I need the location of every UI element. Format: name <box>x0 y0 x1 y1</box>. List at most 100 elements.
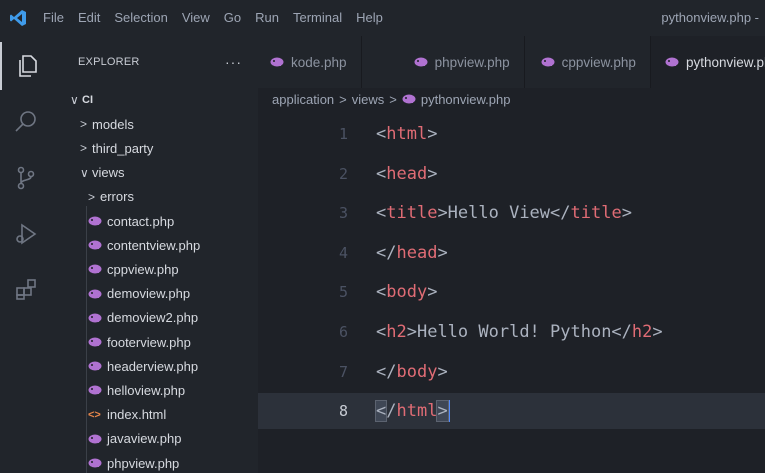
tree-item-label: demoview2.php <box>107 310 199 326</box>
explorer-sidebar: EXPLORER ··· ∨ CI > models > third_party ∨ view… <box>52 36 258 473</box>
editor-tab[interactable]: phpview.php <box>362 36 525 88</box>
breadcrumb: application > views > pythonview.php <box>258 88 765 110</box>
html-file-icon: <> <box>88 408 101 421</box>
file-item[interactable]: cppview.php <box>52 257 258 281</box>
breadcrumb-views[interactable]: views <box>352 92 385 107</box>
file-item[interactable]: demoview2.php <box>52 306 258 330</box>
source-control-icon[interactable] <box>0 154 52 202</box>
code-text: </html> <box>374 400 450 423</box>
search-icon[interactable] <box>0 98 52 146</box>
chevron-down-icon: ∨ <box>80 165 89 180</box>
file-item[interactable]: helloview.php <box>52 378 258 402</box>
php-file-icon <box>88 337 103 347</box>
folder-item[interactable]: > third_party <box>52 136 258 160</box>
code-text: </body> <box>376 361 448 382</box>
breadcrumb-separator-icon: > <box>339 91 347 107</box>
editor-tab[interactable]: cppview.php <box>525 36 651 88</box>
more-actions-icon[interactable]: ··· <box>225 54 242 70</box>
code-line[interactable]: 8 </html> <box>258 393 765 430</box>
breadcrumb-application[interactable]: application <box>272 92 334 107</box>
menu-terminal[interactable]: Terminal <box>286 0 349 36</box>
tree-item-label: third_party <box>92 140 154 156</box>
file-item[interactable]: contentview.php <box>52 233 258 257</box>
file-item[interactable]: headerview.php <box>52 354 258 378</box>
tree-item-label: footerview.php <box>107 334 191 350</box>
tree-item-label: contentview.php <box>107 237 201 253</box>
code-line[interactable]: 2 <head> <box>258 156 765 192</box>
breadcrumb-separator-icon: > <box>389 91 397 107</box>
file-item[interactable]: footerview.php <box>52 330 258 354</box>
explorer-header: EXPLORER ··· <box>52 36 258 88</box>
editor-tab[interactable]: kode.php <box>258 36 362 88</box>
code-text: </head> <box>376 242 448 263</box>
file-item[interactable]: contact.php <box>52 209 258 233</box>
php-file-icon <box>88 264 103 274</box>
tab-label: kode.php <box>291 54 347 70</box>
menu-help[interactable]: Help <box>349 0 390 36</box>
activity-bar <box>0 36 52 473</box>
vscode-logo-icon <box>0 0 36 36</box>
window-title: pythonview.php - <box>661 10 759 25</box>
php-file-icon <box>88 361 103 371</box>
run-debug-icon[interactable] <box>0 210 52 258</box>
files-icon[interactable] <box>0 42 52 90</box>
line-number: 5 <box>338 283 348 302</box>
file-item[interactable]: javaview.php <box>52 427 258 451</box>
tree-item-label: headerview.php <box>107 358 199 374</box>
php-file-icon <box>541 57 556 67</box>
menu-go[interactable]: Go <box>217 0 248 36</box>
folder-item[interactable]: ∨ CI <box>52 88 258 112</box>
menu-view[interactable]: View <box>175 0 217 36</box>
php-file-icon <box>402 94 417 104</box>
code-text: <body> <box>376 282 438 303</box>
code-line[interactable]: 7 </body> <box>258 354 765 390</box>
php-file-icon <box>414 57 429 67</box>
title-bar: File Edit Selection View Go Run Terminal… <box>0 0 765 36</box>
tree-item-label: helloview.php <box>107 382 186 398</box>
chevron-right-icon: > <box>80 141 88 156</box>
editor-tab[interactable]: pythonview.php <box>650 36 765 88</box>
extensions-icon[interactable] <box>0 266 52 314</box>
folder-item[interactable]: > models <box>52 112 258 136</box>
file-item[interactable]: demoview.php <box>52 282 258 306</box>
code-text: <html> <box>376 124 438 144</box>
tree-item-label: cppview.php <box>107 261 179 277</box>
line-number: 7 <box>338 362 348 381</box>
tab-label: pythonview.php <box>685 54 765 70</box>
file-item[interactable]: phpview.php <box>52 451 258 473</box>
code-editor[interactable]: 1 <html> 2 <head> 3 <title>Hello View</title>… <box>258 110 765 473</box>
tree-item-label: phpview.php <box>107 455 180 471</box>
tree-item-label: views <box>92 165 125 181</box>
menu-run[interactable]: Run <box>248 0 286 36</box>
line-number: 1 <box>338 125 348 143</box>
tree-item-label: contact.php <box>107 213 175 229</box>
php-file-icon <box>88 458 103 468</box>
code-text: <title>Hello View</title> <box>376 203 632 224</box>
file-item[interactable]: <> index.html <box>52 403 258 427</box>
php-file-icon <box>270 57 285 67</box>
menu-file[interactable]: File <box>36 0 71 36</box>
menu-edit[interactable]: Edit <box>71 0 107 36</box>
php-file-icon <box>88 216 103 226</box>
line-number: 6 <box>338 323 348 341</box>
folder-item[interactable]: > errors <box>52 185 258 209</box>
php-file-icon <box>88 434 103 444</box>
code-text: <head> <box>376 163 438 184</box>
tab-label: cppview.php <box>561 54 636 70</box>
php-file-icon <box>88 289 103 299</box>
menu-selection[interactable]: Selection <box>107 0 174 36</box>
code-line[interactable]: 3 <title>Hello View</title> <box>258 195 765 231</box>
code-line[interactable]: 5 <body> <box>258 274 765 310</box>
line-number: 8 <box>338 402 348 421</box>
breadcrumb-file[interactable]: pythonview.php <box>421 92 511 107</box>
line-number: 4 <box>338 243 348 262</box>
tree-item-label: CI <box>82 94 93 106</box>
code-line[interactable]: 1 <html> <box>258 116 765 152</box>
code-line[interactable]: 4 </head> <box>258 235 765 271</box>
tab-label: phpview.php <box>434 54 510 70</box>
code-line[interactable]: 6 <h2>Hello World! Python</h2> <box>258 314 765 350</box>
tree-item-label: models <box>92 116 134 132</box>
folder-item[interactable]: ∨ views <box>52 161 258 185</box>
php-file-icon <box>88 240 103 250</box>
editor-tabs: kode.php phpview.php cppview.php pythonview… <box>258 36 765 88</box>
